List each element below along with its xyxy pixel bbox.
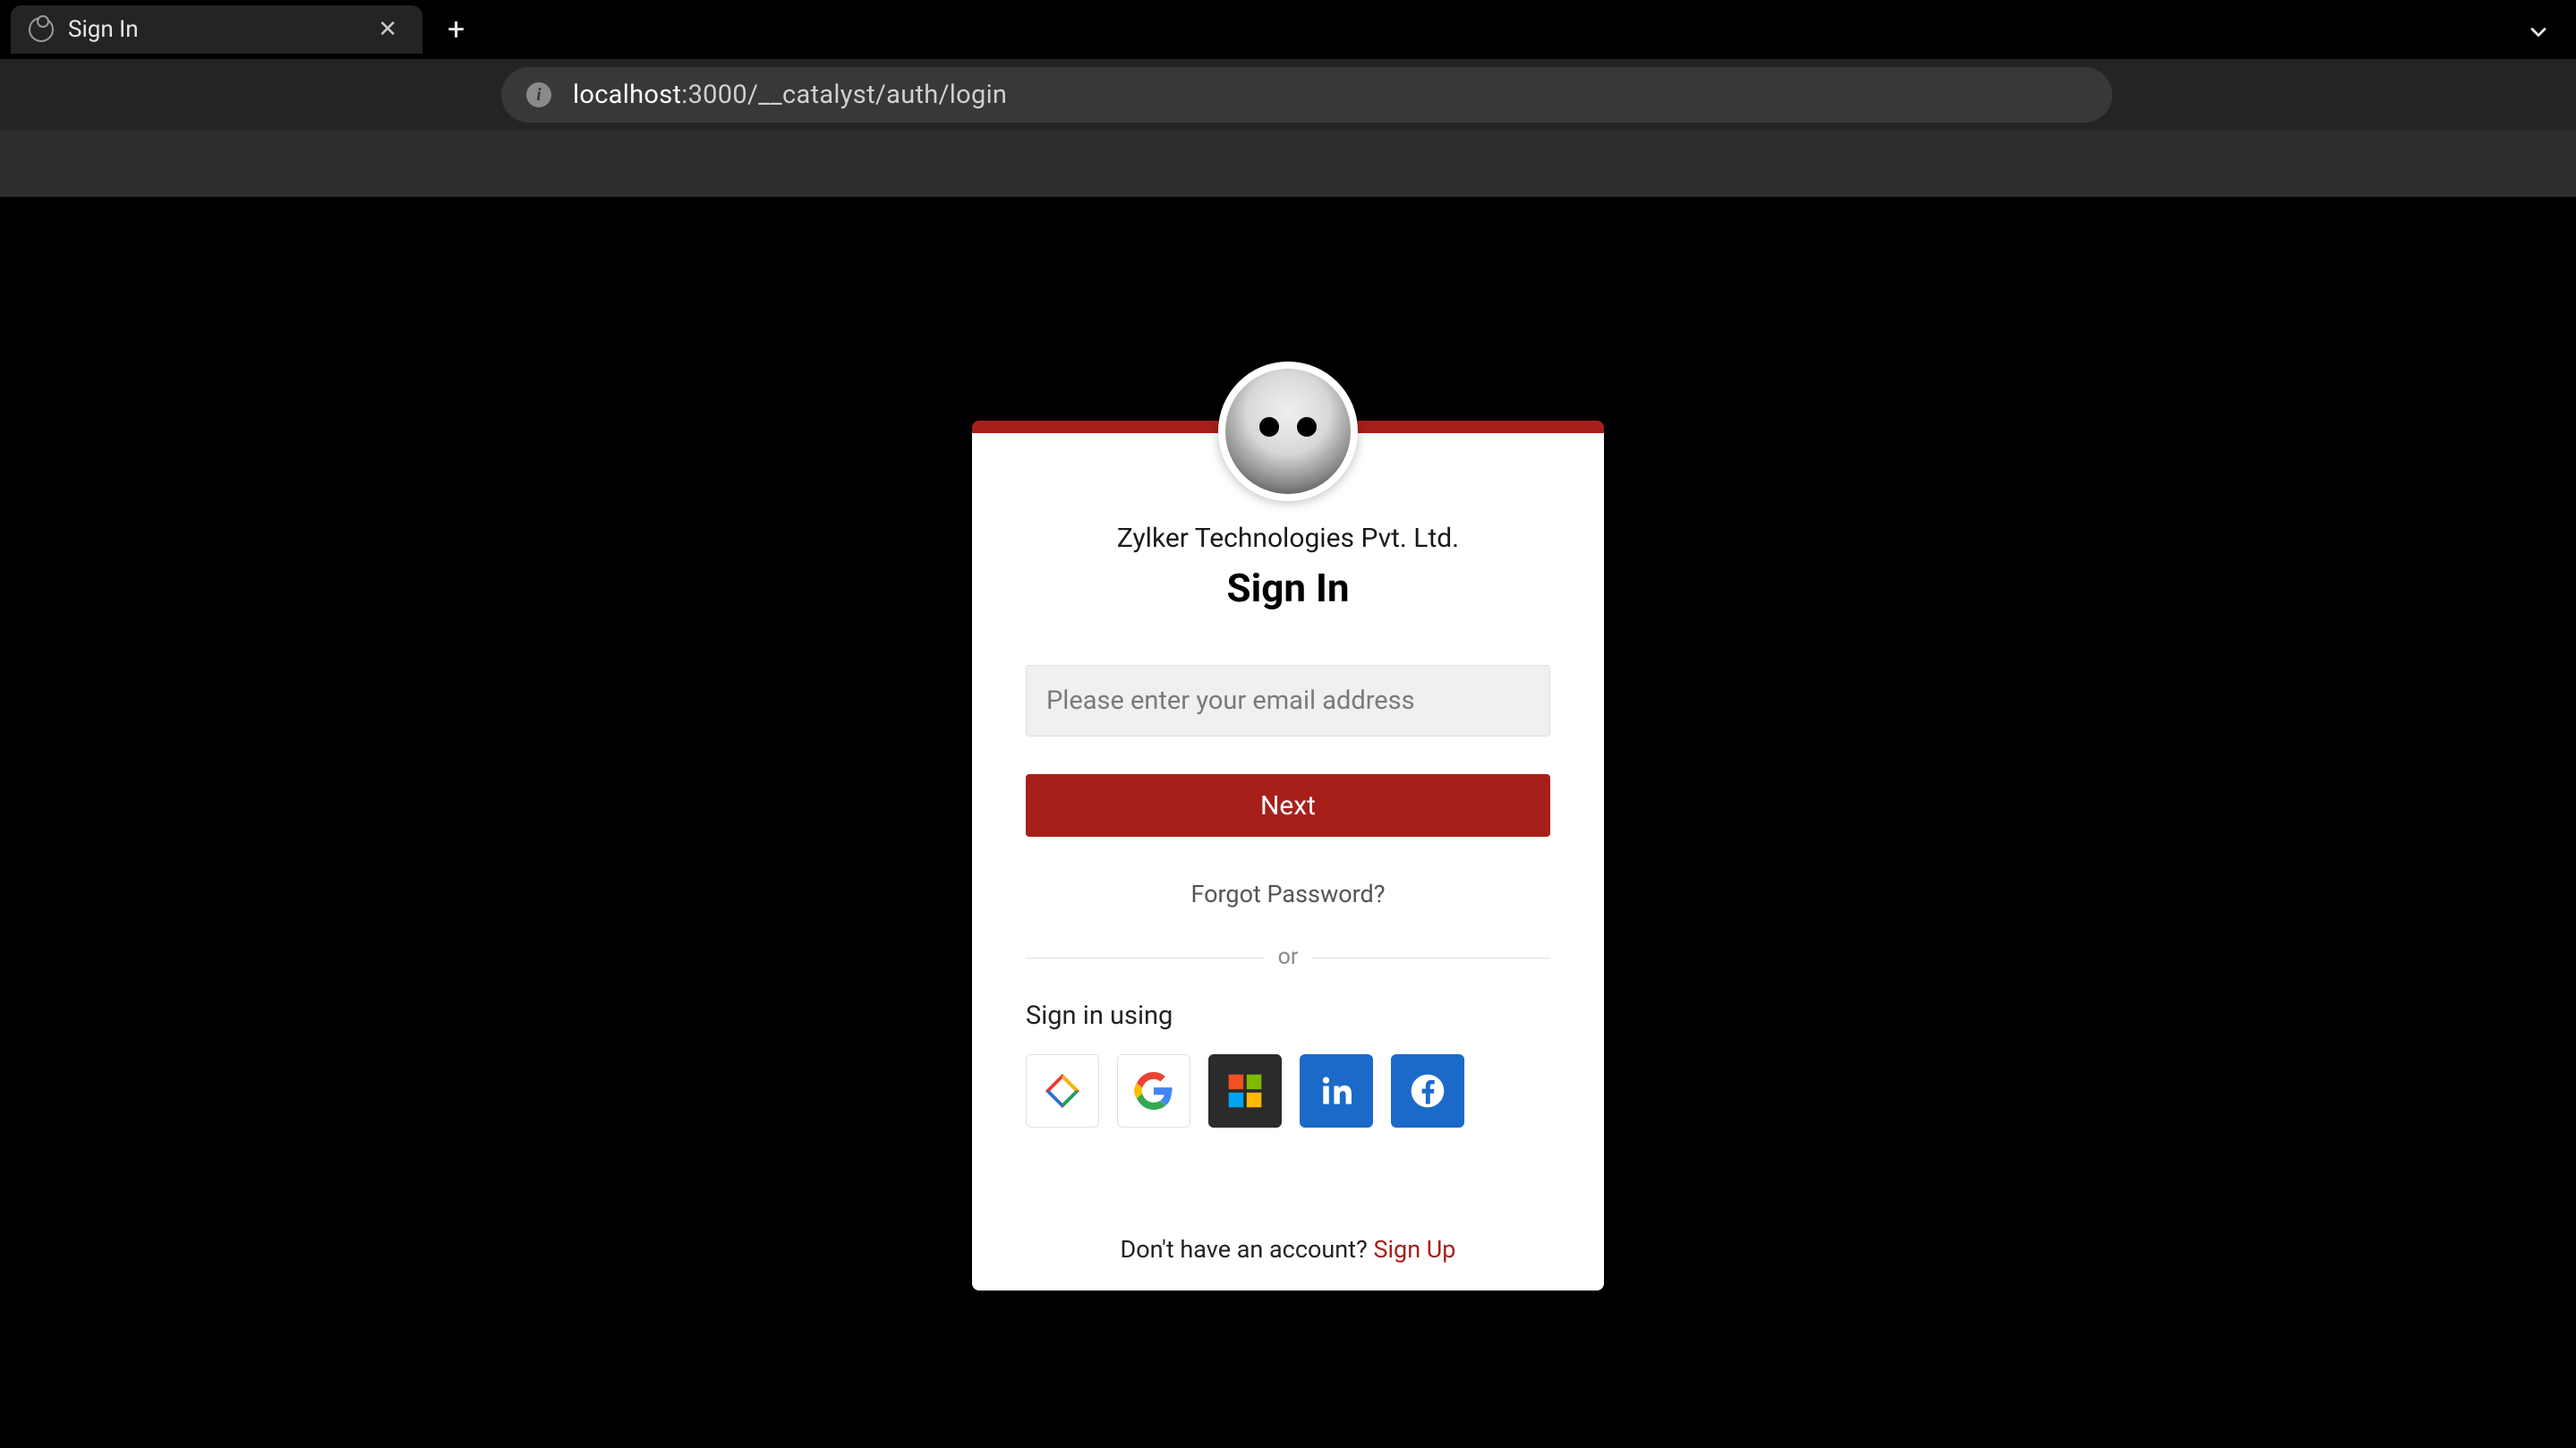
address-bar[interactable]: localhost:3000/__catalyst/auth/login: [573, 80, 1007, 110]
login-card: Zylker Technologies Pvt. Ltd. Sign In Ne…: [972, 421, 1604, 1290]
microsoft-icon: [1225, 1071, 1265, 1111]
page-viewport: Zylker Technologies Pvt. Ltd. Sign In Ne…: [0, 197, 2576, 1448]
signin-using-label: Sign in using: [1026, 1001, 1550, 1031]
forgot-password-link[interactable]: Forgot Password?: [1026, 880, 1550, 908]
avatar-image: [1225, 369, 1351, 494]
close-icon[interactable]: ✕: [371, 13, 405, 47]
company-name: Zylker Technologies Pvt. Ltd.: [1026, 523, 1550, 554]
facebook-signin-button[interactable]: [1391, 1054, 1464, 1128]
zoho-icon: [1043, 1071, 1082, 1111]
url-host: localhost: [573, 80, 681, 110]
login-card-wrap: Zylker Technologies Pvt. Ltd. Sign In Ne…: [972, 421, 1604, 1290]
zoho-signin-button[interactable]: [1026, 1054, 1099, 1128]
separator-label: or: [1264, 944, 1313, 970]
browser-toolbar: i localhost:3000/__catalyst/auth/login: [0, 59, 2576, 131]
tabs-dropdown-button[interactable]: [2526, 20, 2551, 48]
signup-link[interactable]: Sign Up: [1373, 1235, 1455, 1264]
site-info-icon[interactable]: i: [526, 82, 551, 107]
signup-prompt-text: Don't have an account?: [1121, 1235, 1374, 1264]
tab-title: Sign In: [68, 16, 356, 43]
tab-strip: Sign In ✕ +: [0, 0, 2576, 59]
google-signin-button[interactable]: [1117, 1054, 1190, 1128]
separator: or: [1026, 944, 1550, 970]
microsoft-signin-button[interactable]: [1208, 1054, 1282, 1128]
browser-chrome: Sign In ✕ + i localhost:3000/__catalyst/…: [0, 0, 2576, 197]
url-path: :3000/__catalyst/auth/login: [681, 80, 1007, 110]
page-title: Sign In: [1026, 565, 1550, 611]
browser-tab[interactable]: Sign In ✕: [11, 5, 422, 54]
linkedin-signin-button[interactable]: [1300, 1054, 1373, 1128]
signup-prompt: Don't have an account? Sign Up: [1026, 1235, 1550, 1264]
next-button[interactable]: Next: [1026, 774, 1550, 837]
address-bar-container[interactable]: i localhost:3000/__catalyst/auth/login: [501, 67, 2112, 123]
email-field[interactable]: [1026, 665, 1550, 737]
facebook-icon: [1408, 1071, 1447, 1111]
google-icon: [1134, 1071, 1173, 1111]
chrome-divider: [0, 131, 2576, 197]
globe-icon: [29, 17, 54, 42]
avatar: [1218, 362, 1358, 501]
new-tab-button[interactable]: +: [437, 4, 475, 55]
linkedin-icon: [1317, 1071, 1356, 1111]
provider-list: [1026, 1054, 1550, 1128]
